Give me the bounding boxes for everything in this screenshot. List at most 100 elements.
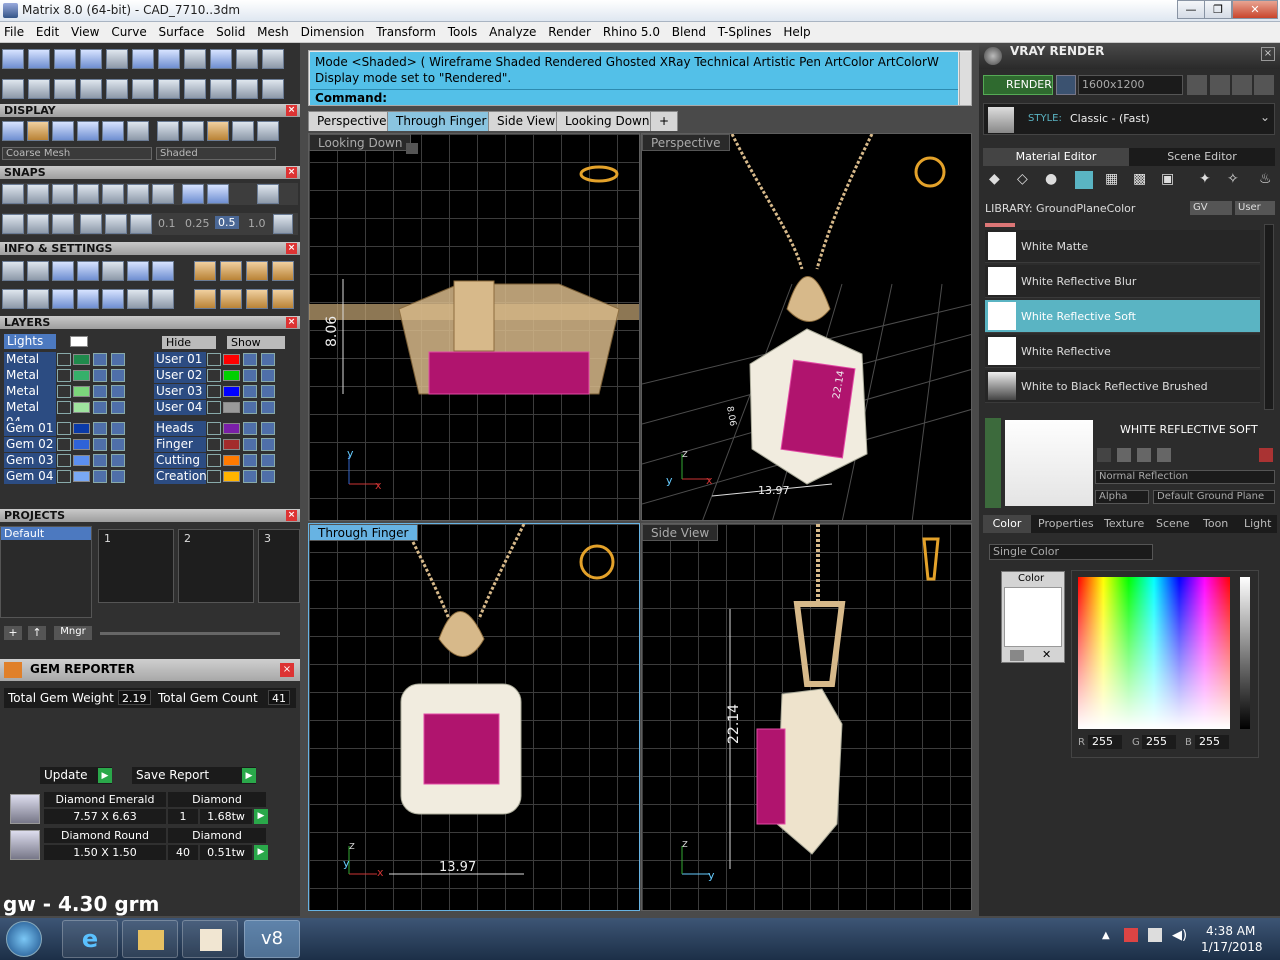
add-tab-button[interactable]: + — [650, 111, 679, 131]
move-tool-icon[interactable] — [106, 79, 128, 99]
layer-color-swatch[interactable] — [223, 471, 240, 482]
pattern-icon[interactable]: ▦ — [1105, 171, 1118, 187]
project-slot-3[interactable]: 3 — [258, 529, 300, 603]
checker-icon[interactable]: ▣ — [1161, 171, 1174, 187]
visibility-icon[interactable] — [261, 369, 275, 382]
close-icon[interactable]: × — [1261, 47, 1275, 61]
snap-near-icon[interactable] — [27, 184, 49, 204]
lock-icon[interactable] — [243, 470, 257, 483]
start-button[interactable] — [6, 921, 42, 957]
add-project-button[interactable]: + — [4, 626, 22, 640]
snap-grid-icon[interactable] — [182, 184, 204, 204]
viewport-label[interactable]: Perspective — [642, 134, 730, 151]
bulb-icon[interactable]: ♨ — [1259, 171, 1272, 187]
color-mode-select[interactable]: Single Color — [989, 544, 1153, 560]
layer-color-swatch[interactable] — [223, 402, 240, 413]
menu-surface[interactable]: Surface — [155, 22, 209, 39]
close-icon[interactable]: × — [286, 167, 297, 178]
layer-color-swatch[interactable] — [73, 471, 90, 482]
ie-icon[interactable]: e — [62, 920, 118, 958]
maximize-button[interactable]: ❐ — [1204, 0, 1232, 19]
snap-center-icon[interactable] — [127, 184, 149, 204]
layer-arrow-icon[interactable] — [57, 401, 71, 414]
gem-detail-button[interactable]: ▶ — [254, 845, 268, 860]
move-view-icon[interactable] — [27, 121, 49, 141]
copy-tool-icon[interactable] — [132, 79, 154, 99]
clear-color-icon[interactable]: ✕ — [1042, 648, 1051, 661]
tab-toon[interactable]: Toon — [1203, 515, 1228, 533]
layer-row[interactable]: Metal 04 — [0, 400, 150, 430]
tab-perspective[interactable]: Perspective — [308, 111, 396, 131]
visibility-icon[interactable] — [111, 438, 125, 451]
lights-layer[interactable]: Lights — [4, 334, 56, 349]
report-icon[interactable] — [102, 261, 124, 281]
layer-row[interactable]: User 01 — [150, 352, 300, 367]
layer-color-swatch[interactable] — [73, 370, 90, 381]
style-select[interactable]: STYLE: Classic - (Fast) ⌄ — [983, 103, 1275, 135]
visibility-icon[interactable] — [261, 353, 275, 366]
close-icon[interactable]: × — [286, 317, 297, 328]
layer-arrow-icon[interactable] — [57, 470, 71, 483]
visibility-icon[interactable] — [111, 385, 125, 398]
layer-name[interactable]: Heads — [154, 421, 206, 436]
lock-icon[interactable] — [93, 401, 107, 414]
visibility-icon[interactable] — [261, 454, 275, 467]
r-value[interactable]: 255 — [1088, 735, 1122, 749]
menu-rhino[interactable]: Rhino 5.0 — [599, 22, 664, 39]
layer-arrow-icon[interactable] — [207, 422, 221, 435]
layer-name[interactable]: Gem 03 — [4, 453, 56, 468]
surface-tool-icon[interactable] — [54, 49, 76, 69]
render-view-icon[interactable] — [1056, 75, 1076, 95]
material-item[interactable]: White Matte — [985, 230, 1260, 263]
layer-color-swatch[interactable] — [223, 354, 240, 365]
link-tool-icon[interactable] — [210, 79, 232, 99]
snap-end-icon[interactable] — [2, 184, 24, 204]
menu-render[interactable]: Render — [544, 22, 595, 39]
volume-icon[interactable]: ◀) — [1172, 928, 1187, 943]
visibility-icon[interactable] — [261, 422, 275, 435]
layer-name[interactable]: Cutting — [154, 453, 206, 468]
update-button[interactable]: Update ▶ — [40, 767, 112, 784]
scatter-icon[interactable] — [127, 289, 149, 309]
hue-saturation-field[interactable] — [1078, 577, 1230, 729]
plane-tool-icon[interactable] — [2, 49, 24, 69]
frame-alt-icon[interactable] — [246, 261, 268, 281]
tab-through-finger[interactable]: Through Finger — [387, 111, 496, 131]
frame-red-icon[interactable] — [272, 261, 294, 281]
mesh-quality-select[interactable]: Coarse Mesh — [2, 147, 152, 160]
four-view-icon[interactable] — [127, 121, 149, 141]
visibility-icon[interactable] — [111, 353, 125, 366]
manager-button[interactable]: Mngr — [54, 626, 92, 640]
shade-mode-select[interactable]: Shaded — [156, 147, 276, 160]
sphere-tech-icon[interactable] — [257, 121, 279, 141]
close-icon[interactable]: × — [286, 243, 297, 254]
edit-icon[interactable] — [127, 261, 149, 281]
layer-color-swatch[interactable] — [73, 423, 90, 434]
material-item[interactable]: White Reflective Blur — [985, 265, 1260, 298]
tab-scene-editor[interactable]: Scene Editor — [1129, 148, 1275, 166]
layer-row[interactable]: Creation — [150, 469, 300, 484]
menu-mesh[interactable]: Mesh — [253, 22, 293, 39]
lock-icon[interactable] — [93, 369, 107, 382]
show-hidden-icons[interactable]: ▲ — [1102, 930, 1110, 941]
layer-name[interactable]: Gem 02 — [4, 437, 56, 452]
palette-icon[interactable] — [1010, 650, 1024, 661]
snap-settings-icon[interactable] — [257, 184, 279, 204]
grid-icon[interactable] — [1254, 75, 1274, 95]
grid-tool-icon[interactable] — [210, 49, 232, 69]
layer-name[interactable]: User 04 — [154, 400, 206, 415]
render-view-icon[interactable] — [102, 121, 124, 141]
project-slot-2[interactable]: 2 — [178, 529, 254, 603]
lock-icon[interactable] — [93, 353, 107, 366]
gv-toggle[interactable]: GV — [1190, 201, 1232, 215]
lock-icon[interactable] — [243, 438, 257, 451]
lock-icon[interactable] — [243, 401, 257, 414]
sphere-xray-icon[interactable] — [232, 121, 254, 141]
box-icon[interactable] — [27, 214, 49, 234]
layer-color-swatch[interactable] — [73, 455, 90, 466]
project-slider[interactable] — [100, 632, 280, 635]
action-center-icon[interactable] — [1124, 928, 1138, 942]
user-toggle[interactable]: User — [1235, 201, 1275, 215]
tab-properties[interactable]: Properties — [1038, 515, 1094, 533]
layer-arrow-icon[interactable] — [57, 369, 71, 382]
